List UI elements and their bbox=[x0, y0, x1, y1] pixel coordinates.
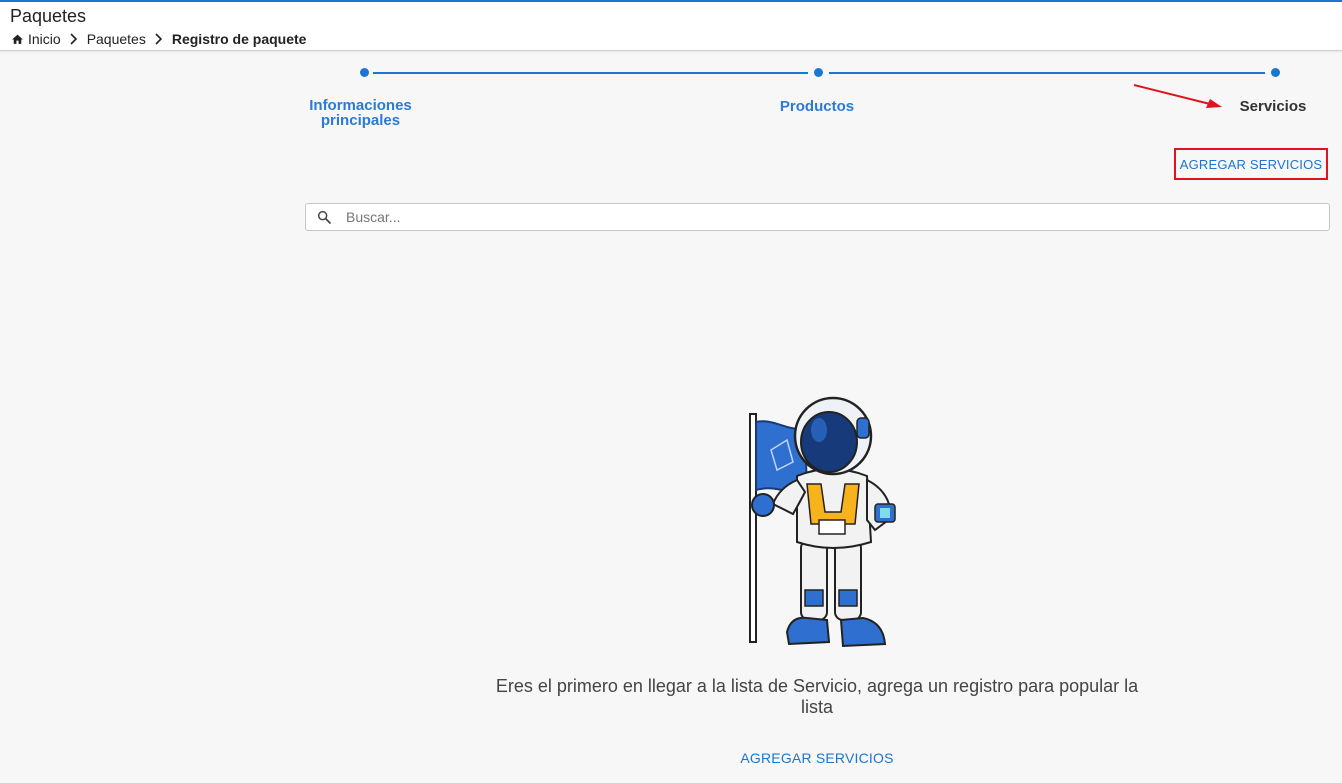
page-title: Paquetes bbox=[10, 6, 87, 26]
breadcrumb: Inicio Paquetes Registro de paquete bbox=[11, 31, 306, 47]
step-servicios[interactable]: Servicios bbox=[1230, 99, 1316, 114]
step-productos[interactable]: Productos bbox=[757, 99, 877, 114]
add-services-button[interactable]: AGREGAR SERVICIOS bbox=[1174, 148, 1328, 180]
search-input[interactable] bbox=[346, 209, 1329, 225]
add-services-empty-button[interactable]: AGREGAR SERVICIOS bbox=[737, 745, 897, 771]
step-informaciones-principales[interactable]: Informaciones principales bbox=[300, 98, 421, 128]
annotation-arrow bbox=[1133, 84, 1222, 108]
chevron-right-icon bbox=[155, 33, 162, 45]
top-header: Paquetes Inicio Paquetes Registro de paq… bbox=[0, 0, 1342, 51]
step-connector-1 bbox=[373, 71, 808, 74]
step-dot-1 bbox=[359, 68, 369, 77]
chevron-right-icon bbox=[70, 33, 77, 45]
astronaut-illustration bbox=[749, 396, 896, 648]
search-icon bbox=[317, 210, 331, 224]
breadcrumb-current: Registro de paquete bbox=[171, 31, 307, 47]
breadcrumb-section-link[interactable]: Paquetes bbox=[87, 31, 146, 47]
step-dot-3 bbox=[1270, 68, 1280, 77]
breadcrumb-home-link[interactable]: Inicio bbox=[28, 31, 61, 47]
home-icon bbox=[12, 34, 23, 44]
empty-state-message: Eres el primero en llegar a la lista de … bbox=[495, 676, 1139, 717]
step-connector-2 bbox=[829, 71, 1265, 74]
step-dot-2 bbox=[813, 68, 823, 77]
search-field[interactable] bbox=[305, 203, 1330, 231]
